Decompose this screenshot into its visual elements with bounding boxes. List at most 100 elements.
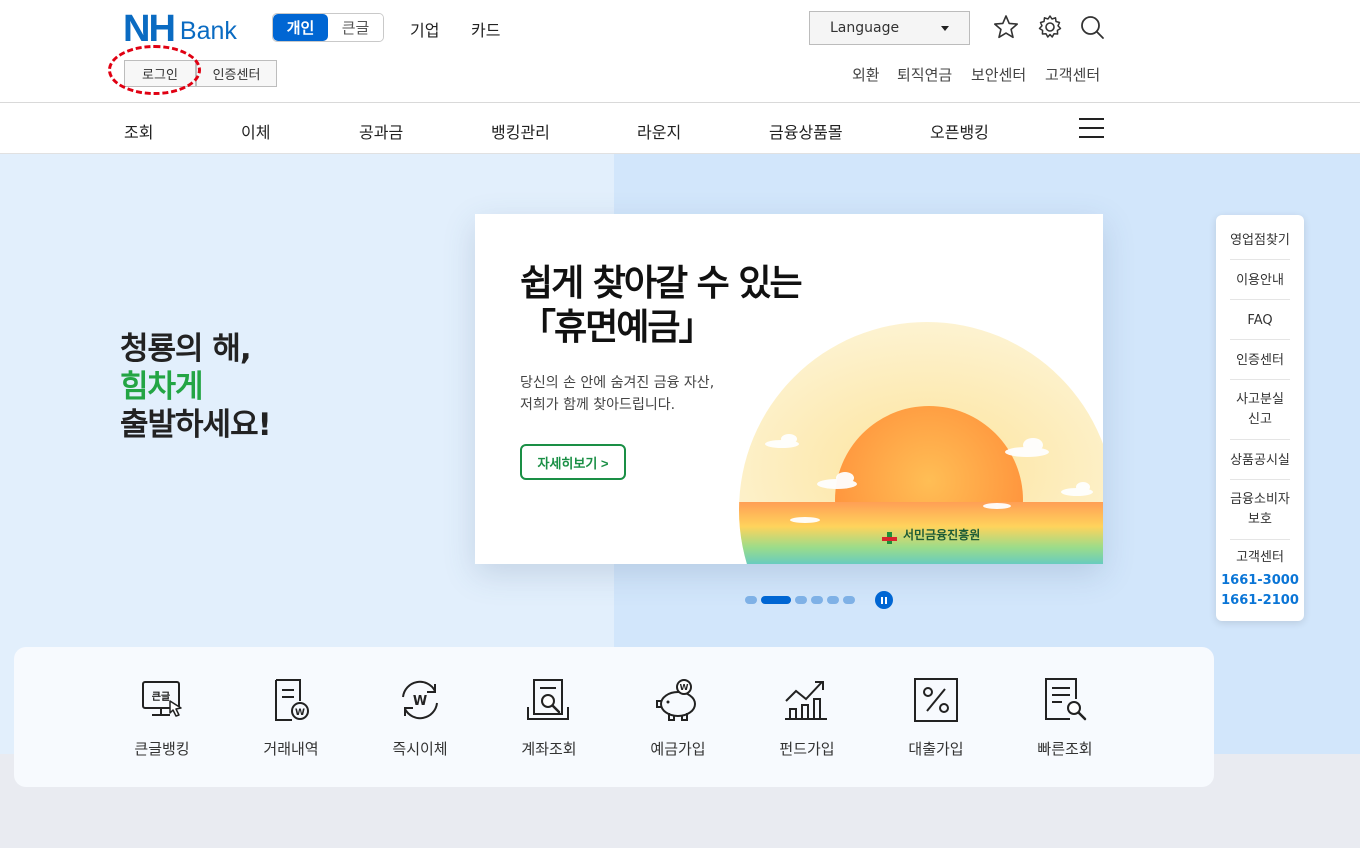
account-inquiry-icon — [527, 679, 569, 720]
service-quick-inquiry[interactable]: 빠른조회 — [1010, 675, 1120, 759]
quick-phone-2[interactable]: 1661-2100 — [1216, 591, 1304, 611]
slogan-line3: 출발하세요! — [120, 407, 272, 443]
nav-link-card[interactable]: 카드 — [471, 17, 500, 41]
quick-service-bar: 큰글 큰글뱅킹 W 거래내역 W 즉시이체 계좌조회 W 예금가입 펀드가입 대… — [14, 647, 1214, 787]
quick-divider — [1230, 299, 1290, 300]
gnb-item-inquiry[interactable]: 조회 — [124, 119, 153, 143]
fund-chart-icon — [785, 681, 827, 720]
quick-search-icon — [1045, 678, 1087, 721]
instant-transfer-icon: W — [402, 680, 438, 720]
nh-bank-logo[interactable]: NH Bank — [123, 8, 237, 50]
quick-item-faq[interactable]: FAQ — [1228, 311, 1292, 331]
loan-percent-icon — [914, 678, 958, 722]
quick-item-loss-line2: 신고 — [1248, 412, 1272, 427]
quick-menu: 영업점찾기 이용안내 FAQ 인증센터 사고분실 신고 상품공시실 금융소비자 … — [1216, 215, 1304, 621]
service-account-inquiry[interactable]: 계좌조회 — [494, 675, 604, 759]
mode-toggle: 개인 큰글 — [272, 13, 384, 42]
banner-more-button[interactable]: 자세히보기 > — [520, 444, 626, 480]
slider-dot[interactable] — [827, 596, 839, 604]
logo-nh-text: NH — [123, 8, 176, 50]
service-instant-transfer[interactable]: W 즉시이체 — [365, 675, 475, 759]
language-select[interactable]: Language — [809, 11, 970, 45]
login-highlight-ring — [108, 45, 201, 95]
service-label: 예금가입 — [650, 740, 706, 758]
service-label: 계좌조회 — [521, 740, 577, 758]
util-link-pension[interactable]: 퇴직연금 — [897, 64, 952, 85]
quick-item-cert[interactable]: 인증센터 — [1228, 351, 1292, 371]
svg-text:W: W — [295, 708, 305, 718]
quick-item-loss-report[interactable]: 사고분실 신고 — [1228, 390, 1292, 430]
piggy-bank-icon: W — [656, 679, 696, 721]
large-text-banking-icon: 큰글 — [142, 681, 182, 717]
main-navigation: 조회 이체 공과금 뱅킹관리 라운지 금융상품몰 오픈뱅킹 — [0, 103, 1360, 154]
quick-item-guide[interactable]: 이용안내 — [1228, 271, 1292, 291]
banner-brand-label: 서민금융진흥원 — [903, 528, 981, 542]
service-loan[interactable]: 대출가입 — [881, 675, 991, 759]
slider-dot-active[interactable] — [761, 596, 791, 604]
transaction-history-icon: W — [275, 679, 309, 721]
service-label: 큰글뱅킹 — [134, 740, 190, 758]
svg-text:W: W — [680, 683, 689, 692]
quick-divider — [1230, 339, 1290, 340]
slogan-line1: 청룡의 해, — [120, 331, 252, 367]
quick-customer-center-label: 고객센터 — [1236, 550, 1284, 565]
search-icon[interactable] — [1079, 14, 1105, 40]
quick-divider — [1230, 259, 1290, 260]
slider-dot[interactable] — [795, 596, 807, 604]
slider-dot[interactable] — [843, 596, 855, 604]
language-select-label: Language — [830, 20, 900, 36]
gear-icon[interactable] — [1037, 14, 1063, 40]
util-link-customer[interactable]: 고객센터 — [1045, 64, 1100, 85]
nav-link-corporate[interactable]: 기업 — [410, 17, 439, 41]
service-label: 즉시이체 — [392, 740, 448, 758]
gnb-item-product-mall[interactable]: 금융상품몰 — [769, 119, 843, 143]
gnb-item-open-banking[interactable]: 오픈뱅킹 — [930, 119, 989, 143]
slider-pagination — [745, 591, 893, 609]
tab-large-text[interactable]: 큰글 — [328, 14, 383, 41]
service-fund[interactable]: 펀드가입 — [752, 675, 862, 759]
slogan-line2: 힘차게 — [120, 369, 204, 405]
quick-divider — [1230, 439, 1290, 440]
service-deposit[interactable]: W 예금가입 — [623, 675, 733, 759]
service-label: 대출가입 — [908, 740, 964, 758]
slider-dot[interactable] — [745, 596, 757, 604]
quick-divider — [1230, 479, 1290, 480]
gnb-item-banking-mgmt[interactable]: 뱅킹관리 — [491, 119, 550, 143]
util-link-security[interactable]: 보안센터 — [971, 64, 1026, 85]
gnb-item-utility[interactable]: 공과금 — [359, 119, 403, 143]
pause-icon[interactable] — [875, 591, 893, 609]
banner-desc-line2: 저희가 함께 찾아드립니다. — [520, 397, 676, 413]
gnb-item-transfer[interactable]: 이체 — [241, 119, 270, 143]
site-header: NH Bank 개인 큰글 기업 카드 Language 로그인 인증센터 외환… — [0, 0, 1360, 103]
quick-divider — [1230, 539, 1290, 540]
service-label: 거래내역 — [263, 740, 319, 758]
quick-item-loss-line1: 사고분실 — [1236, 392, 1284, 407]
large-text-badge: 큰글 — [152, 691, 170, 703]
svg-text:W: W — [413, 694, 427, 709]
hamburger-menu-icon[interactable] — [1079, 118, 1104, 139]
tab-personal[interactable]: 개인 — [273, 14, 328, 41]
star-icon[interactable] — [993, 14, 1019, 40]
banner-title-line1: 쉽게 찾아갈 수 있는 — [520, 263, 803, 304]
util-link-forex[interactable]: 외환 — [852, 64, 880, 85]
quick-item-consumer-line1: 금융소비자 — [1230, 492, 1290, 507]
cert-center-button[interactable]: 인증센터 — [196, 60, 277, 87]
gnb-item-lounge[interactable]: 라운지 — [637, 119, 681, 143]
service-label: 펀드가입 — [779, 740, 835, 758]
quick-item-consumer-line2: 보호 — [1248, 512, 1272, 527]
slogan: 청룡의 해, 힘차게 출발하세요! — [120, 330, 272, 444]
logo-bank-text: Bank — [179, 17, 237, 45]
quick-phone-1[interactable]: 1661-3000 — [1216, 571, 1304, 591]
quick-item-consumer-protection[interactable]: 금융소비자 보호 — [1228, 490, 1292, 530]
quick-divider — [1230, 379, 1290, 380]
slider-dot[interactable] — [811, 596, 823, 604]
banner-description: 당신의 손 안에 숨겨진 금융 자산, 저희가 함께 찾아드립니다. — [520, 372, 714, 416]
caret-down-icon — [941, 26, 949, 31]
banner-desc-line1: 당신의 손 안에 숨겨진 금융 자산, — [520, 375, 715, 391]
quick-item-disclosure[interactable]: 상품공시실 — [1228, 451, 1292, 471]
service-label: 빠른조회 — [1037, 740, 1093, 758]
service-large-text-banking[interactable]: 큰글 큰글뱅킹 — [107, 675, 217, 759]
promo-banner[interactable]: 쉽게 찾아갈 수 있는 「휴면예금」 당신의 손 안에 숨겨진 금융 자산, 저… — [475, 214, 1103, 564]
service-transaction-history[interactable]: W 거래내역 — [236, 675, 346, 759]
quick-item-branch[interactable]: 영업점찾기 — [1228, 231, 1292, 251]
